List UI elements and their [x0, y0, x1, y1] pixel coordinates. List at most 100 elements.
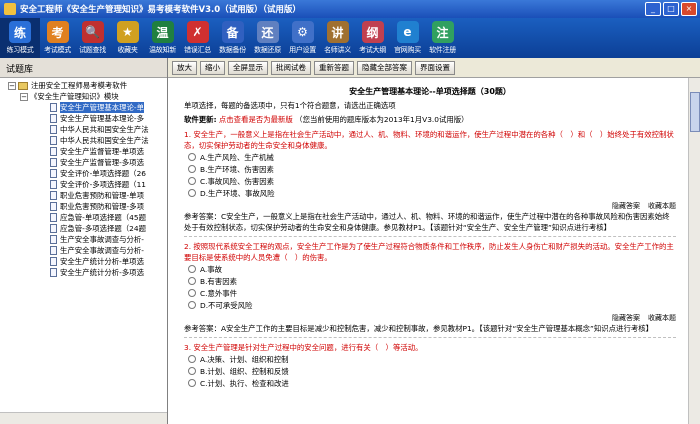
answer-option[interactable]: B.有害因素 — [188, 275, 676, 287]
favorite-link[interactable]: 收藏本题 — [648, 314, 676, 322]
radio-button[interactable] — [188, 165, 196, 173]
toolbar-button-6[interactable]: 备数据备份 — [215, 18, 250, 58]
hide-answers-button[interactable]: 隐藏全部答案 — [357, 60, 412, 75]
answer-option[interactable]: B.生产环境、伤害因素 — [188, 163, 676, 175]
tree-item[interactable]: 中华人民共和国安全生产法 — [2, 124, 165, 135]
answer-option[interactable]: A.生产风险、生产机械 — [188, 151, 676, 163]
zoom-in-button[interactable]: 放大 — [172, 60, 197, 75]
tree-item[interactable]: 安全生产监督管理-多项选 — [2, 157, 165, 168]
favorite-link[interactable]: 收藏本题 — [648, 202, 676, 210]
tree-item[interactable]: 中华人民共和国安全生产法 — [2, 135, 165, 146]
tree-item[interactable]: 安全评价-单项选择题（26 — [2, 168, 165, 179]
tree-item-label: 安全评价-多项选择题（11 — [60, 180, 146, 189]
radio-button[interactable] — [188, 379, 196, 387]
radio-button[interactable] — [188, 265, 196, 273]
answer-option[interactable]: A.事故 — [188, 263, 676, 275]
toolbar-button-5[interactable]: ✗ 错误汇总 — [180, 18, 215, 58]
toolbar-button-4[interactable]: 温温故知新 — [145, 18, 180, 58]
syllabus-icon: 纲 — [361, 21, 384, 43]
horizontal-scrollbar[interactable] — [0, 412, 167, 424]
update-line: 软件更新: 点击查看是否为最新版 （您当前使用的题库版本为2013年1月V3.0… — [184, 114, 676, 125]
answer-option[interactable]: D.生产环境、事故风险 — [188, 187, 676, 199]
toolbar-label: 错误汇总 — [184, 46, 211, 54]
toolbar-button-9[interactable]: 讲名师讲义 — [320, 18, 355, 58]
update-link[interactable]: 点击查看是否为最新版 — [219, 115, 293, 124]
tree-item[interactable]: 应急管-单项选择题（45题 — [2, 212, 165, 223]
toolbar-label: 收藏夹 — [117, 46, 138, 54]
toolbar-button-1[interactable]: 考考试模式 — [40, 18, 75, 58]
tree-item[interactable]: 生产安全事故调查与分析- — [2, 234, 165, 245]
option-label: C.计划、执行、检查和改进 — [200, 378, 289, 388]
toolbar-label: 软件注册 — [429, 46, 456, 54]
toolbar-button-2[interactable]: 🔍 试题查找 — [75, 18, 110, 58]
radio-button[interactable] — [188, 355, 196, 363]
answer-option[interactable]: C.计划、执行、检查和改进 — [188, 377, 676, 389]
fullscreen-button[interactable]: 全屏显示 — [228, 60, 268, 75]
toolbar-button-0[interactable]: 练练习模式 — [0, 18, 40, 58]
answer-option[interactable]: C.事故风险、伤害因素 — [188, 175, 676, 187]
tree-item-label: 安全生产管理基本理论-单 — [60, 102, 144, 113]
option-label: D.不可承受风险 — [200, 300, 253, 310]
minimize-button[interactable]: _ — [645, 2, 661, 16]
toolbar-label: 官网购买 — [394, 46, 421, 54]
toolbar-button-8[interactable]: ⚙ 用户设置 — [285, 18, 320, 58]
main-toolbar: 练练习模式考考试模式 🔍 试题查找 ★ 收藏夹温温故知新 ✗ 错误汇总备数据备份还数据还原 ⚙… — [0, 18, 700, 58]
collapse-icon[interactable]: − — [20, 92, 28, 101]
tree-item[interactable]: 职业危害预防和管理-单项 — [2, 190, 165, 201]
tree-item[interactable]: 安全生产管理基本理论-单 — [2, 102, 165, 113]
tree-item-label: 生产安全事故调查与分析- — [60, 235, 144, 244]
collapse-icon[interactable]: − — [8, 81, 16, 90]
question-block: 1. 安全生产，一般意义上是指在社会生产活动中，通过人、机、物料、环境的和谐运作… — [184, 129, 676, 237]
scrollbar-thumb[interactable] — [690, 92, 700, 132]
maximize-button[interactable]: □ — [663, 2, 679, 16]
toolbar-button-7[interactable]: 还数据还原 — [250, 18, 285, 58]
answer-option[interactable]: A.决策、计划、组织和控制 — [188, 353, 676, 365]
ui-settings-button[interactable]: 界面设置 — [415, 60, 455, 75]
tree-root-label: 注册安全工程师易考模考软件 — [31, 81, 128, 90]
radio-button[interactable] — [188, 189, 196, 197]
section-title: 安全生产管理基本理论--单项选择题（30题） — [349, 87, 511, 96]
vertical-scrollbar[interactable] — [688, 78, 700, 424]
reanswer-button[interactable]: 重新答题 — [314, 60, 354, 75]
radio-button[interactable] — [188, 289, 196, 297]
toolbar-button-10[interactable]: 纲考试大纲 — [355, 18, 390, 58]
tree-item[interactable]: 安全生产统计分析-单项选 — [2, 256, 165, 267]
folder-icon — [18, 81, 28, 90]
question-block: 3. 安全生产管理是针对生产过程中的安全问题，进行有关（ ）等活动。 A.决策、计… — [184, 342, 676, 389]
toolbar-button-12[interactable]: 注软件注册 — [425, 18, 460, 58]
tree-item[interactable]: 安全生产管理基本理论-多 — [2, 113, 165, 124]
toolbar-label: 数据还原 — [254, 46, 281, 54]
toolbar-button-3[interactable]: ★ 收藏夹 — [110, 18, 145, 58]
tree-module[interactable]: − 《安全生产管理知识》模块 — [2, 91, 165, 102]
radio-button[interactable] — [188, 367, 196, 375]
tree-item[interactable]: 安全评价-多项选择题（11 — [2, 179, 165, 190]
zoom-out-button[interactable]: 缩小 — [200, 60, 225, 75]
toolbar-label: 名师讲义 — [324, 46, 351, 54]
user-settings-icon: ⚙ — [291, 21, 314, 43]
radio-button[interactable] — [188, 153, 196, 161]
tree-item[interactable]: 安全生产监督管理-单项选 — [2, 146, 165, 157]
tree-item[interactable]: 安全生产统计分析-多项选 — [2, 267, 165, 278]
radio-button[interactable] — [188, 301, 196, 309]
tree-item[interactable]: 职业危害预防和管理-多项 — [2, 201, 165, 212]
radio-button[interactable] — [188, 277, 196, 285]
toolbar-label: 数据备份 — [219, 46, 246, 54]
tree-root[interactable]: − 注册安全工程师易考模考软件 — [2, 80, 165, 91]
option-label: C.意外事件 — [200, 288, 238, 298]
toolbar-label: 用户设置 — [289, 46, 316, 54]
close-button[interactable]: × — [681, 2, 697, 16]
tree-item[interactable]: 生产安全事故调查与分析- — [2, 245, 165, 256]
lecture-icon: 讲 — [326, 21, 349, 43]
answer-option[interactable]: D.不可承受风险 — [188, 299, 676, 311]
radio-button[interactable] — [188, 177, 196, 185]
hide-answer-link[interactable]: 隐藏答案 — [612, 202, 640, 210]
toolbar-button-11[interactable]: e 官网购买 — [390, 18, 425, 58]
answer-option[interactable]: B.计划、组织、控制和反馈 — [188, 365, 676, 377]
tree-item-label: 安全生产统计分析-多项选 — [60, 268, 144, 277]
hide-answer-link[interactable]: 隐藏答案 — [612, 314, 640, 322]
grade-paper-button[interactable]: 批阅试卷 — [271, 60, 311, 75]
tree-item[interactable]: 应急管-多项选择题（24题 — [2, 223, 165, 234]
answer-option[interactable]: C.意外事件 — [188, 287, 676, 299]
question-bank-header: 试题库 — [0, 58, 167, 78]
window-titlebar: 安全工程师《安全生产管理知识》易考模考软件V3.0（试用版）（试用版） _ □ … — [0, 0, 700, 18]
